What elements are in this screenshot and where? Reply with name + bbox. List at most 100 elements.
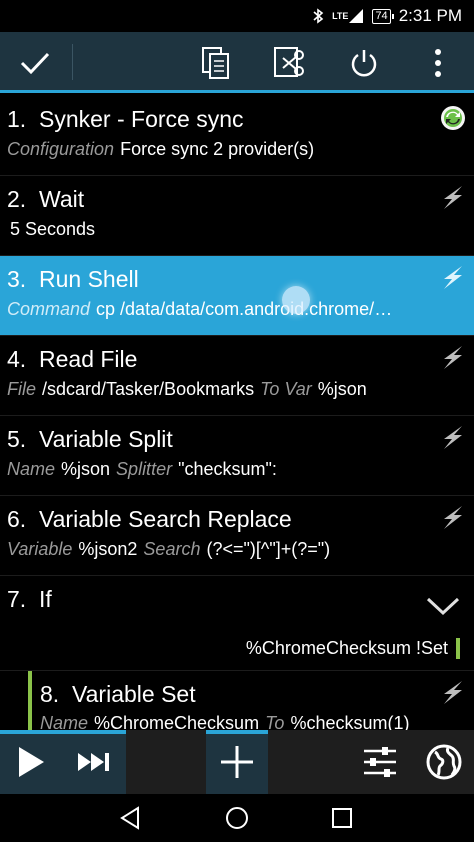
param-value: cp /data/data/com.android.chrome/…: [96, 299, 393, 319]
add-indicator: [206, 730, 268, 734]
param-label: Splitter: [116, 459, 173, 479]
param-label: Configuration: [7, 139, 115, 159]
action-row-if[interactable]: 7. If %ChromeChecksum !Set: [0, 576, 474, 671]
action-params: Variable %json2 Search (?<=")[^"]+(?="): [7, 539, 447, 560]
system-nav-bar: [0, 794, 474, 842]
action-row[interactable]: 8. Variable Set Name %ChromeChecksum To %che…: [0, 671, 474, 730]
action-number: 7.: [7, 586, 27, 612]
if-condition: %ChromeChecksum !Set: [246, 638, 460, 659]
param-label: Name: [40, 713, 89, 730]
cut-button[interactable]: [266, 32, 314, 93]
network-type: LTE: [332, 10, 349, 21]
lightning-icon: [444, 346, 462, 369]
action-list[interactable]: 1. Synker - Force sync Configuration Force…: [0, 96, 474, 730]
power-button[interactable]: [340, 32, 388, 93]
add-icon: [221, 746, 253, 778]
properties-button[interactable]: [350, 730, 410, 794]
toolbar-divider: [72, 44, 73, 80]
action-params: Command cp /data/data/com.android.chrome/…: [7, 299, 447, 320]
action-title: 8. Variable Set: [40, 681, 196, 708]
action-number: 1.: [7, 106, 27, 132]
action-number: 5.: [7, 426, 27, 452]
globe-icon: [426, 744, 462, 780]
lightning-icon: [444, 681, 462, 704]
param-value: Force sync 2 provider(s): [120, 139, 315, 159]
lightning-icon: [444, 426, 462, 449]
overflow-menu-icon: [435, 48, 441, 77]
param-label: Search: [143, 539, 201, 559]
action-row[interactable]: 4. Read File File/sdcard/Tasker/Bookmarks…: [0, 336, 474, 416]
bluetooth-icon: [312, 8, 324, 24]
checkmark-icon: [20, 52, 50, 74]
action-number: 8.: [40, 681, 60, 707]
action-row[interactable]: 5. Variable Split Name %json Splitter "check…: [0, 416, 474, 496]
signal-icon: LTE: [332, 8, 364, 24]
battery-icon: 74: [372, 8, 394, 24]
battery-level: 74: [375, 9, 388, 22]
action-title: 4. Read File: [7, 346, 137, 373]
action-number: 4.: [7, 346, 27, 372]
scissors-icon: [274, 46, 304, 77]
action-params: Configuration Force sync 2 provider(s): [7, 139, 447, 160]
home-icon: [226, 807, 248, 829]
overflow-menu-button[interactable]: [418, 32, 458, 93]
sliders-icon: [364, 747, 396, 777]
action-number: 6.: [7, 506, 27, 532]
action-title: 2. Wait: [7, 186, 84, 213]
synker-plugin-icon: [441, 106, 465, 130]
action-title: 3. Run Shell: [7, 266, 139, 293]
if-block-indicator: [28, 671, 32, 730]
action-number: 2.: [7, 186, 27, 212]
home-button[interactable]: [207, 794, 267, 842]
param-value: %json: [317, 379, 367, 399]
param-label: To Var: [260, 379, 312, 399]
back-icon: [120, 806, 139, 830]
param-value: %json2: [78, 539, 138, 559]
param-value: 5 Seconds: [10, 219, 96, 239]
clock: 2:31 PM: [398, 6, 462, 25]
param-label: Name: [7, 459, 56, 479]
action-row[interactable]: 6. Variable Search Replace Variable %json2…: [0, 496, 474, 576]
back-button[interactable]: [100, 794, 160, 842]
play-button[interactable]: [0, 730, 62, 794]
lightning-icon: [444, 266, 462, 289]
param-value: %ChromeChecksum: [94, 713, 260, 730]
task-edit-toolbar: [0, 32, 474, 93]
touch-indicator: [282, 286, 310, 314]
param-value: %checksum(1): [290, 713, 410, 730]
lightning-icon: [444, 186, 462, 209]
step-button[interactable]: [62, 730, 126, 794]
param-label: To: [265, 713, 285, 730]
recents-icon: [332, 808, 352, 828]
action-params: File/sdcard/Tasker/Bookmarks To Var %json: [7, 379, 447, 400]
action-title: 1. Synker - Force sync: [7, 106, 244, 133]
chevron-down-icon[interactable]: [426, 596, 460, 616]
param-value: %json: [61, 459, 111, 479]
add-action-button[interactable]: [206, 730, 268, 794]
action-params: Name %ChromeChecksum To %checksum(1): [40, 713, 474, 730]
bottom-action-bar: [0, 730, 474, 794]
param-value: "checksum":: [178, 459, 277, 479]
action-row[interactable]: 2. Wait 5 Seconds: [0, 176, 474, 256]
action-name: Read File: [39, 346, 138, 372]
param-value: (?<=")[^"]+(?="): [206, 539, 331, 559]
action-row[interactable]: 1. Synker - Force sync Configuration Force…: [0, 96, 474, 176]
recents-button[interactable]: [312, 794, 372, 842]
action-title: 5. Variable Split: [7, 426, 173, 453]
action-name: Run Shell: [39, 266, 139, 292]
globe-button[interactable]: [414, 730, 474, 794]
play-indicator: [0, 730, 126, 734]
param-label: File: [7, 379, 37, 399]
action-name: Wait: [39, 186, 85, 212]
action-name: Variable Search Replace: [39, 506, 292, 532]
param-label: Variable: [7, 539, 73, 559]
status-bar: LTE 74 2:31 PM: [0, 0, 474, 32]
confirm-button[interactable]: [0, 32, 70, 93]
play-icon: [19, 747, 44, 777]
action-name: Variable Set: [72, 681, 196, 707]
skip-next-icon: [78, 753, 109, 771]
power-icon: [351, 49, 377, 76]
lightning-icon: [444, 506, 462, 529]
action-row-selected[interactable]: 3. Run Shell Command cp /data/data/com.and…: [0, 256, 474, 336]
copy-button[interactable]: [192, 32, 240, 93]
